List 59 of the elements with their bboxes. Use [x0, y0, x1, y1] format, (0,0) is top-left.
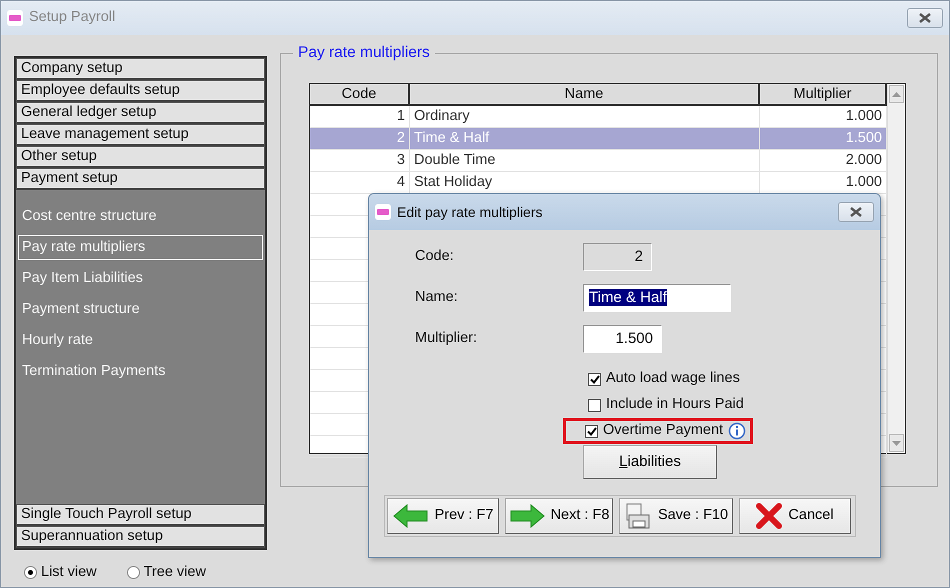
left-arrow-icon [392, 504, 429, 528]
app-icon [7, 10, 23, 26]
printer-icon [624, 503, 652, 529]
input-field[interactable]: 1.500 [583, 325, 662, 353]
section-header[interactable]: General ledger setup [16, 102, 265, 124]
dialog-title: Edit pay rate multipliers [397, 202, 543, 222]
radio-button[interactable] [24, 566, 37, 580]
right-arrow-icon [508, 504, 545, 528]
close-icon [850, 207, 862, 217]
section-header[interactable]: Company setup [16, 58, 265, 80]
section-header[interactable]: Superannuation setup [16, 526, 265, 548]
field-label: Name: [415, 288, 459, 308]
table-cell: Time & Half [410, 128, 760, 149]
prev-button[interactable]: Prev : F7 [387, 498, 499, 534]
input-field[interactable]: Time & Half [583, 284, 731, 312]
save-button[interactable]: Save : F10 [619, 498, 733, 534]
sidebar-item[interactable]: Hourly rate [18, 328, 263, 353]
sidebar-item[interactable]: Payment structure [18, 297, 263, 322]
table-row[interactable]: 3 Double Time 2.000 [310, 150, 887, 172]
window-title: Setup Payroll [29, 8, 116, 28]
field-label: Code: [415, 247, 455, 266]
section-header[interactable]: Employee defaults setup [16, 80, 265, 102]
table-cell: 1 [310, 106, 410, 127]
close-icon [919, 13, 931, 23]
checkbox-label[interactable]: Auto load wage lines [606, 368, 740, 390]
table-cell: 2 [310, 128, 410, 149]
app-icon [375, 204, 391, 220]
column-header[interactable]: Name [410, 84, 760, 106]
sidebar-item[interactable]: Cost centre structure [18, 204, 263, 229]
section-header[interactable]: Other setup [16, 146, 265, 168]
table-cell: Ordinary [410, 106, 760, 127]
field-label: Multiplier: [415, 329, 478, 348]
cross-icon [756, 503, 782, 529]
close-button[interactable] [907, 8, 943, 28]
column-header[interactable]: Code [310, 84, 410, 106]
checkbox[interactable] [588, 398, 601, 412]
sidebar-item[interactable]: Pay rate multipliers [18, 235, 263, 260]
checkbox[interactable] [585, 424, 598, 438]
table-cell: 3 [310, 150, 410, 171]
section-header[interactable]: Single Touch Payroll setup [16, 504, 265, 526]
radio-label[interactable]: Tree view [144, 562, 206, 584]
table-cell: Double Time [410, 150, 760, 171]
checkbox-label[interactable]: Overtime Payment [603, 420, 724, 442]
cancel-button[interactable]: Cancel [739, 498, 851, 534]
liabilities-button[interactable]: Liabilities [583, 445, 717, 479]
input-field: 2 [583, 243, 652, 271]
section-header[interactable]: Leave management setup [16, 124, 265, 146]
checkbox[interactable] [588, 372, 601, 386]
radio-label[interactable]: List view [41, 562, 97, 584]
next-button[interactable]: Next : F8 [505, 498, 613, 534]
sidebar-item[interactable]: Termination Payments [18, 359, 263, 384]
group-title: Pay rate multipliers [293, 44, 435, 62]
section-header[interactable]: Payment setup [16, 168, 265, 190]
up-arrow-icon [892, 92, 901, 96]
down-arrow-icon [892, 440, 901, 446]
close-button[interactable] [838, 202, 874, 222]
radio-button[interactable] [126, 566, 140, 580]
sidebar-item[interactable]: Pay Item Liabilities [18, 266, 263, 291]
checkbox-label[interactable]: Include in Hours Paid [606, 394, 744, 416]
